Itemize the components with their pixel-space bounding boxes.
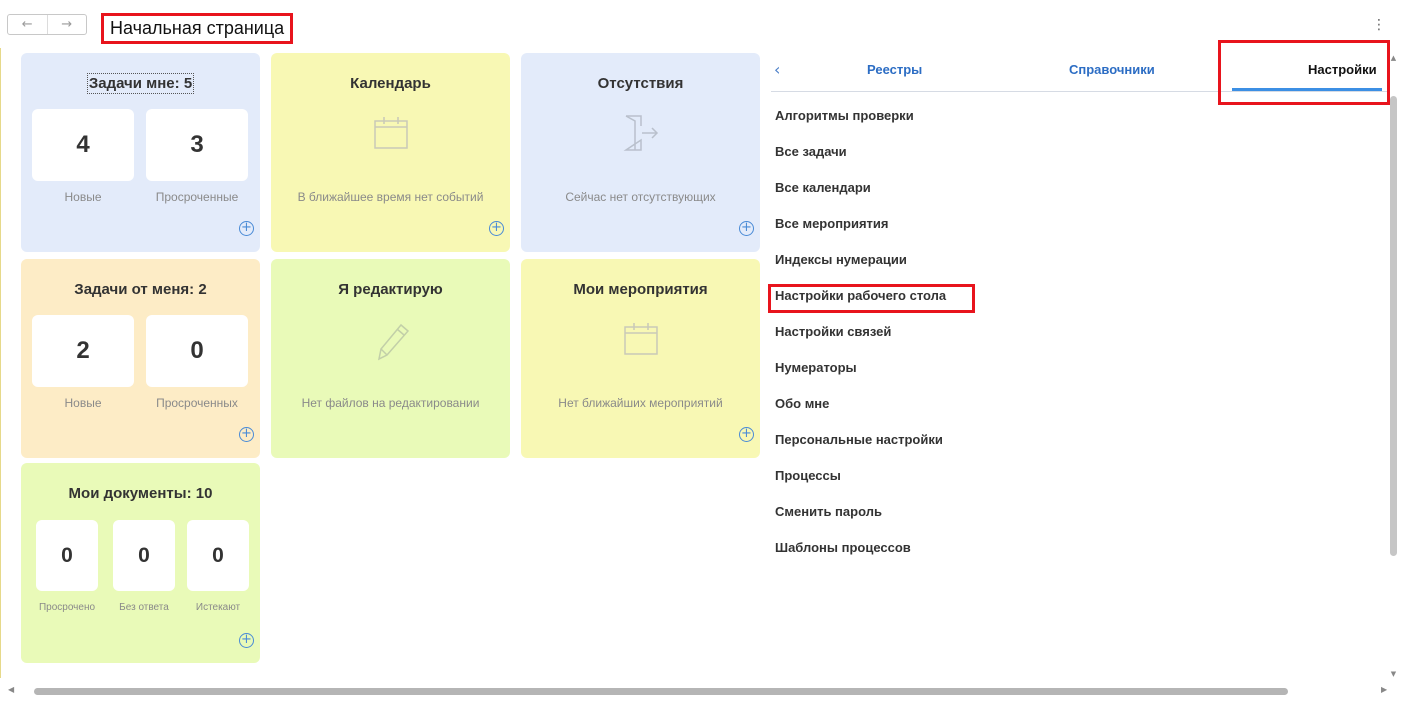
list-item[interactable]: Сменить пароль	[775, 504, 882, 519]
history-nav: ← →	[7, 14, 87, 35]
tab-registries[interactable]: Реестры	[867, 62, 922, 77]
list-item[interactable]: Все мероприятия	[775, 216, 889, 231]
scroll-right-icon[interactable]: ▶	[1381, 685, 1387, 694]
tile-message: Сейчас нет отсутствующих	[565, 190, 716, 204]
counter-expiring[interactable]: 0	[187, 520, 249, 591]
counter-label-overdue: Просроченные	[155, 190, 239, 204]
tile-message: В ближайшее время нет событий	[297, 190, 484, 204]
page-title-text: Начальная страница	[110, 18, 285, 38]
tile-absences[interactable]: Отсутствия Сейчас нет отсутствующих +	[521, 53, 760, 252]
tile-message: Нет файлов на редактировании	[301, 396, 480, 410]
list-item[interactable]: Все календари	[775, 180, 871, 195]
scroll-left-icon[interactable]: ◀	[8, 685, 14, 694]
counter-new[interactable]: 4	[32, 109, 134, 181]
scroll-up-icon[interactable]: ▲	[1389, 54, 1398, 62]
counter-unanswered[interactable]: 0	[113, 520, 175, 591]
list-item[interactable]: Настройки связей	[775, 324, 891, 339]
add-icon[interactable]: +	[239, 633, 254, 648]
tile-title: Я редактирую	[338, 281, 443, 298]
tile-title: Мои мероприятия	[573, 281, 708, 298]
tile-title: Отсутствия	[597, 75, 684, 92]
add-icon[interactable]: +	[489, 221, 504, 236]
tile-tasks-to-me[interactable]: Задачи мне: 5 4 3 Новые Просроченные +	[21, 53, 260, 252]
scroll-down-icon[interactable]: ▼	[1389, 670, 1398, 678]
left-edge-divider	[0, 48, 1, 678]
calendar-icon	[373, 117, 408, 149]
settings-tab-highlight	[1218, 40, 1390, 105]
back-arrow-button[interactable]: ←	[8, 15, 47, 34]
add-icon[interactable]: +	[239, 221, 254, 236]
tile-editing[interactable]: Я редактирую Нет файлов на редактировани…	[271, 259, 510, 458]
list-item[interactable]: Все задачи	[775, 144, 847, 159]
counter-new[interactable]: 2	[32, 315, 134, 387]
chevron-left-icon[interactable]: ‹	[774, 60, 780, 79]
horizontal-scroll-thumb[interactable]	[34, 688, 1288, 695]
add-icon[interactable]: +	[239, 427, 254, 442]
tile-tasks-from-me[interactable]: Задачи от меня: 2 2 0 Новые Просроченных…	[21, 259, 260, 458]
counter-overdue[interactable]: 0	[146, 315, 248, 387]
add-icon[interactable]: +	[739, 221, 754, 236]
counter-label-overdue: Просроченных	[156, 396, 238, 410]
counter-overdue[interactable]: 0	[36, 520, 98, 591]
tile-my-events[interactable]: Мои мероприятия Нет ближайших мероприяти…	[521, 259, 760, 458]
desktop-settings-highlight	[768, 284, 975, 313]
forward-arrow-button[interactable]: →	[46, 15, 87, 34]
calendar-icon	[623, 323, 658, 355]
list-item[interactable]: Алгоритмы проверки	[775, 108, 914, 123]
tile-title: Мои документы: 10	[68, 485, 213, 502]
list-item[interactable]: Индексы нумерации	[775, 252, 907, 267]
vertical-scroll-thumb[interactable]	[1390, 96, 1397, 556]
counter-label-expiring: Истекают	[195, 602, 241, 613]
pencil-icon	[377, 323, 409, 361]
counter-label-overdue: Просрочено	[38, 602, 96, 613]
tile-my-documents[interactable]: Мои документы: 10 0 0 0 Просрочено Без о…	[21, 463, 260, 663]
tile-calendar[interactable]: Календарь В ближайшее время нет событий …	[271, 53, 510, 252]
list-item[interactable]: Персональные настройки	[775, 432, 943, 447]
counter-label-unanswered: Без ответа	[119, 602, 169, 613]
counter-label-new: Новые	[64, 396, 102, 410]
page-title: Начальная страница	[101, 13, 294, 44]
forward-arrow-icon: →	[61, 17, 73, 32]
counter-overdue[interactable]: 3	[146, 109, 248, 181]
list-item[interactable]: Шаблоны процессов	[775, 540, 911, 555]
tile-message: Нет ближайших мероприятий	[558, 396, 723, 410]
list-item[interactable]: Нумераторы	[775, 360, 857, 375]
tile-title: Задачи от меня: 2	[74, 281, 207, 298]
add-icon[interactable]: +	[739, 427, 754, 442]
back-arrow-icon: ←	[21, 17, 33, 32]
list-item[interactable]: Обо мне	[775, 396, 829, 411]
tab-directories[interactable]: Справочники	[1069, 62, 1155, 77]
tile-title[interactable]: Задачи мне: 5	[21, 73, 260, 94]
list-item[interactable]: Процессы	[775, 468, 841, 483]
tile-title: Календарь	[350, 75, 431, 92]
door-exit-icon	[623, 115, 658, 151]
more-menu-icon[interactable]: ⋮	[1371, 16, 1387, 34]
counter-label-new: Новые	[64, 190, 102, 204]
